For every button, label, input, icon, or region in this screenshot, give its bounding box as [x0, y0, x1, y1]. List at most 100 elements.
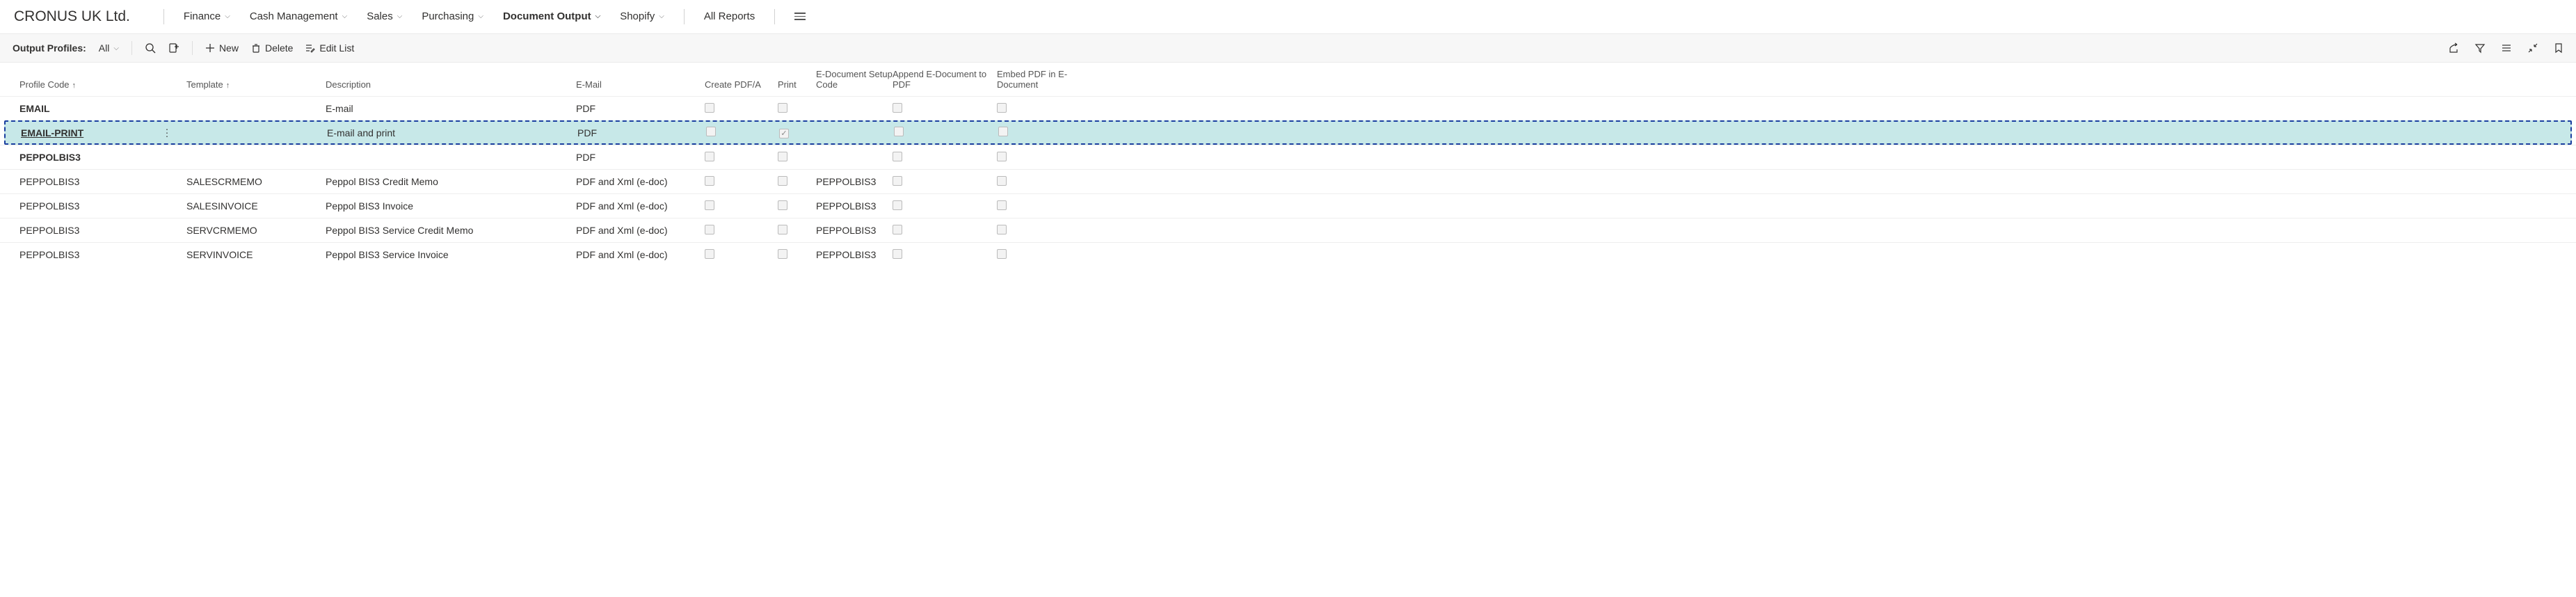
delete-button[interactable]: Delete [251, 42, 293, 54]
checkbox-icon [706, 127, 716, 136]
chevron-down-icon: ⌵ [225, 13, 230, 20]
col-edoc-setup[interactable]: E-Document Setup Code [816, 70, 893, 90]
table-row[interactable]: PEPPOLBIS3SERVCRMEMOPeppol BIS3 Service … [0, 218, 2576, 242]
edit-list-icon [305, 43, 315, 53]
filter-button[interactable] [2474, 42, 2486, 54]
company-name[interactable]: CRONUS UK Ltd. [14, 8, 144, 25]
col-label: Template [186, 80, 223, 90]
cell-append-edoc[interactable] [893, 103, 997, 115]
cell-create-pdfa[interactable] [705, 200, 778, 212]
filter-icon [2474, 42, 2486, 54]
cell-append-edoc[interactable] [893, 200, 997, 212]
row-actions-icon[interactable]: ⋮ [162, 127, 173, 138]
cell-embed-pdf[interactable] [997, 103, 1101, 115]
cell-create-pdfa[interactable] [705, 249, 778, 261]
checkbox-icon [778, 200, 787, 210]
cell-email: PDF [576, 103, 705, 114]
cell-append-edoc[interactable] [893, 176, 997, 188]
col-print[interactable]: Print [778, 80, 816, 90]
checkbox-icon [893, 225, 902, 234]
cell-append-edoc[interactable] [893, 152, 997, 164]
cell-template: SALESINVOICE [186, 200, 326, 212]
cell-print[interactable] [778, 152, 816, 164]
new-label: New [219, 42, 239, 54]
bookmark-button[interactable] [2554, 42, 2563, 54]
cell-print[interactable] [778, 249, 816, 261]
collapse-button[interactable] [2527, 42, 2538, 54]
col-description[interactable]: Description [326, 80, 576, 90]
grid-body: EMAILE-mailPDFEMAIL-PRINTE-mail and prin… [0, 96, 2576, 266]
cell-email: PDF and Xml (e-doc) [576, 225, 705, 236]
col-email[interactable]: E-Mail [576, 80, 705, 90]
checkbox-icon [705, 103, 714, 113]
nav-purchasing[interactable]: Purchasing ⌵ [422, 10, 483, 22]
view-filter[interactable]: All ⌵ [99, 42, 119, 54]
list-view-button[interactable] [2501, 42, 2512, 54]
bookmark-icon [2554, 42, 2563, 54]
col-append-edoc[interactable]: Append E-Document to PDF [893, 70, 997, 90]
new-record-icon-button[interactable] [168, 42, 179, 54]
nav-label: Shopify [620, 10, 655, 22]
table-row[interactable]: PEPPOLBIS3SERVINVOICEPeppol BIS3 Service… [0, 242, 2576, 266]
cell-append-edoc[interactable] [894, 127, 998, 138]
checkbox-icon [893, 200, 902, 210]
cell-create-pdfa[interactable] [705, 152, 778, 164]
cell-template: SERVINVOICE [186, 249, 326, 260]
checkbox-icon [893, 249, 902, 259]
col-create-pdfa[interactable]: Create PDF/A [705, 80, 778, 90]
cell-profile-code: PEPPOLBIS3 [19, 225, 186, 236]
nav-finance[interactable]: Finance ⌵ [184, 10, 230, 22]
edit-list-button[interactable]: Edit List [305, 42, 354, 54]
checkbox-icon [893, 176, 902, 186]
table-row[interactable]: PEPPOLBIS3PDF [0, 145, 2576, 169]
trash-icon [251, 43, 261, 53]
share-button[interactable] [2448, 42, 2459, 54]
cell-print[interactable] [778, 200, 816, 212]
cell-print[interactable] [779, 127, 817, 139]
chevron-down-icon: ⌵ [595, 13, 601, 20]
cell-create-pdfa[interactable] [705, 176, 778, 188]
nav-all-reports[interactable]: All Reports [704, 10, 755, 22]
col-label: E-Mail [576, 80, 602, 90]
nav-document-output[interactable]: Document Output ⌵ [503, 10, 600, 22]
nav-cash-management[interactable]: Cash Management ⌵ [250, 10, 347, 22]
cell-embed-pdf[interactable] [997, 176, 1101, 188]
cell-profile-code: PEPPOLBIS3 [19, 176, 186, 187]
cell-print[interactable] [778, 103, 816, 115]
cell-print[interactable] [778, 225, 816, 237]
cell-embed-pdf[interactable] [997, 200, 1101, 212]
table-row[interactable]: EMAIL-PRINTE-mail and printPDF⋮ [4, 120, 2572, 145]
cell-embed-pdf[interactable] [998, 127, 1103, 138]
checkbox-icon [705, 225, 714, 234]
cell-create-pdfa[interactable] [705, 103, 778, 115]
cell-email: PDF [576, 152, 705, 163]
cell-append-edoc[interactable] [893, 249, 997, 261]
search-button[interactable] [145, 42, 156, 54]
col-label: Profile Code [19, 80, 70, 90]
nav-label: Finance [184, 10, 221, 22]
more-menu-icon[interactable] [794, 13, 806, 20]
nav-label: Document Output [503, 10, 591, 22]
chevron-down-icon: ⌵ [342, 13, 348, 20]
cell-embed-pdf[interactable] [997, 225, 1101, 237]
cell-print[interactable] [778, 176, 816, 188]
cell-create-pdfa[interactable] [706, 127, 779, 138]
col-label: Print [778, 80, 797, 90]
table-row[interactable]: PEPPOLBIS3SALESINVOICEPeppol BIS3 Invoic… [0, 193, 2576, 218]
table-row[interactable]: PEPPOLBIS3SALESCRMEMOPeppol BIS3 Credit … [0, 169, 2576, 193]
separator [192, 41, 193, 55]
cell-embed-pdf[interactable] [997, 249, 1101, 261]
nav-sales[interactable]: Sales ⌵ [367, 10, 402, 22]
separator [131, 41, 132, 55]
table-row[interactable]: EMAILE-mailPDF [0, 96, 2576, 120]
nav-shopify[interactable]: Shopify ⌵ [620, 10, 664, 22]
col-embed-pdf[interactable]: Embed PDF in E-Document [997, 70, 1101, 90]
cell-embed-pdf[interactable] [997, 152, 1101, 164]
col-profile-code[interactable]: Profile Code ↑ [19, 80, 186, 90]
cell-append-edoc[interactable] [893, 225, 997, 237]
cell-create-pdfa[interactable] [705, 225, 778, 237]
col-template[interactable]: Template ↑ [186, 80, 326, 90]
new-button[interactable]: New [205, 42, 239, 54]
chevron-down-icon: ⌵ [113, 45, 119, 52]
checkbox-icon [893, 103, 902, 113]
